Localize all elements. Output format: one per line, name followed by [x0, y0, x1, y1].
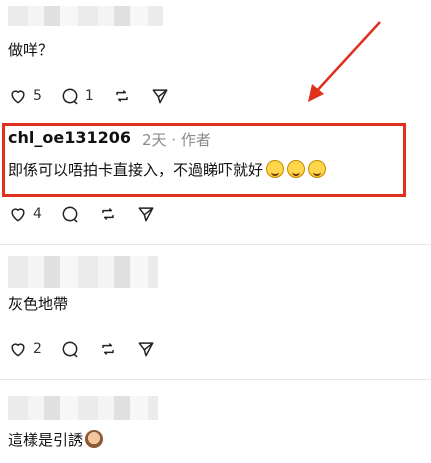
send-icon — [138, 207, 154, 222]
like-button[interactable]: 4 — [8, 204, 42, 224]
repost-icon — [102, 208, 114, 220]
blurred-username — [8, 396, 158, 420]
heart-icon — [11, 90, 25, 104]
repost-button[interactable] — [98, 204, 118, 224]
username[interactable]: chl_oe131206 — [8, 128, 131, 147]
share-button[interactable] — [150, 86, 170, 106]
heart-icon — [11, 343, 25, 357]
repost-button[interactable] — [112, 86, 132, 106]
comment-text-content: 即係可以唔拍卡直接入，不過睇吓就好 — [8, 161, 264, 179]
laughing-emoji-icon — [287, 160, 306, 178]
see-no-evil-monkey-icon — [85, 430, 104, 448]
divider — [0, 244, 431, 245]
comment-icon — [62, 88, 78, 105]
repost-button[interactable] — [98, 339, 118, 359]
reply-button[interactable] — [60, 339, 80, 359]
comment-text: 即係可以唔拍卡直接入，不過睇吓就好 — [8, 160, 327, 180]
divider — [0, 379, 431, 380]
blurred-username — [8, 6, 163, 26]
comment-text: 做咩？ — [8, 41, 54, 59]
send-icon — [138, 342, 154, 357]
blurred-username — [8, 256, 158, 288]
reply-button[interactable]: 1 — [60, 86, 94, 106]
like-count: 4 — [33, 206, 42, 222]
repost-icon — [116, 90, 128, 102]
like-button[interactable]: 5 — [8, 86, 42, 106]
like-count: 2 — [33, 341, 42, 357]
repost-icon — [102, 343, 114, 355]
reply-count: 1 — [84, 88, 94, 104]
comment-text: 灰色地帶 — [8, 295, 69, 313]
comment-actions: 2 — [8, 337, 174, 361]
comment-text-content: 這樣是引誘 — [8, 431, 84, 449]
comment-actions: 4 — [8, 202, 174, 226]
comment-actions: 5 1 — [8, 84, 188, 108]
comment-icon — [62, 341, 78, 358]
heart-icon — [11, 208, 25, 222]
timestamp: 2天 — [142, 131, 167, 149]
share-button[interactable] — [136, 204, 156, 224]
comment-meta: 2天 · 作者 — [142, 131, 211, 149]
comment-text: 這樣是引誘 — [8, 430, 104, 450]
annotation-arrow — [308, 21, 381, 102]
laughing-emoji-icon — [308, 160, 327, 178]
laughing-emoji-icon — [266, 160, 285, 178]
author-badge: 作者 — [180, 131, 211, 149]
like-count: 5 — [33, 88, 42, 104]
comment-icon — [62, 206, 78, 223]
send-icon — [152, 89, 168, 104]
share-button[interactable] — [136, 339, 156, 359]
reply-button[interactable] — [60, 204, 80, 224]
like-button[interactable]: 2 — [8, 339, 42, 359]
